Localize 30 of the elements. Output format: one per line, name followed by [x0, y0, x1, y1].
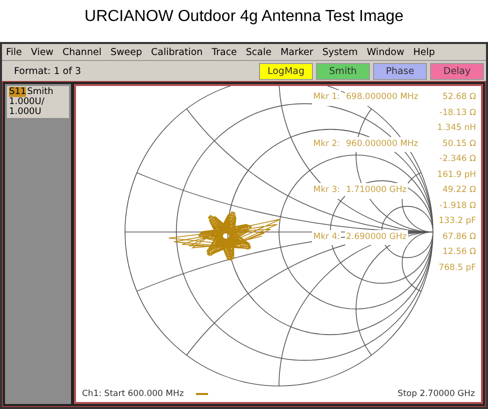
menu-item[interactable]: Window — [366, 46, 404, 58]
menu-item[interactable]: System — [322, 46, 358, 58]
image-caption: URCIANOW Outdoor 4g Antenna Test Image — [84, 7, 404, 27]
sweep-stop: Stop 2.70000 GHz — [398, 389, 475, 399]
marker-label: Mkr 3: — [312, 183, 341, 198]
sweep-start: Ch1: Start 600.000 MHz — [82, 389, 184, 399]
menu-item[interactable]: Scale — [246, 46, 272, 58]
menu-item[interactable]: Channel — [62, 46, 102, 58]
menu-item[interactable]: Sweep — [110, 46, 142, 58]
scale-value: 1.000U — [9, 107, 42, 117]
marker-frequency: 2.690000 GHz — [345, 230, 408, 245]
menu-item[interactable]: Marker — [280, 46, 314, 58]
marker-label: Mkr 4: — [312, 230, 341, 245]
marker-label: Mkr 1: — [312, 90, 341, 106]
format-button[interactable]: LogMag — [259, 62, 313, 80]
format-button[interactable]: Smith — [316, 62, 370, 80]
format-button[interactable]: Phase — [373, 62, 427, 80]
menu-item[interactable]: Help — [413, 46, 435, 58]
marker-frequency: 698.000000 MHz — [345, 90, 420, 106]
format-button[interactable]: Delay — [430, 62, 484, 80]
trace-parameter[interactable]: S11 — [9, 87, 26, 97]
format-label: Format: 1 of 3 — [14, 66, 82, 76]
scale-value: 1.000U/ — [9, 97, 46, 107]
menu-item[interactable]: Calibration — [151, 46, 203, 58]
trace-format: Smith — [27, 87, 54, 97]
menu-item[interactable]: File — [6, 46, 22, 58]
menu-item[interactable]: View — [30, 46, 54, 58]
marker-frequency: 1.710000 GHz — [345, 183, 408, 198]
menu-item[interactable]: Trace — [212, 46, 237, 58]
marker-frequency: 960.000000 MHz — [345, 136, 420, 152]
